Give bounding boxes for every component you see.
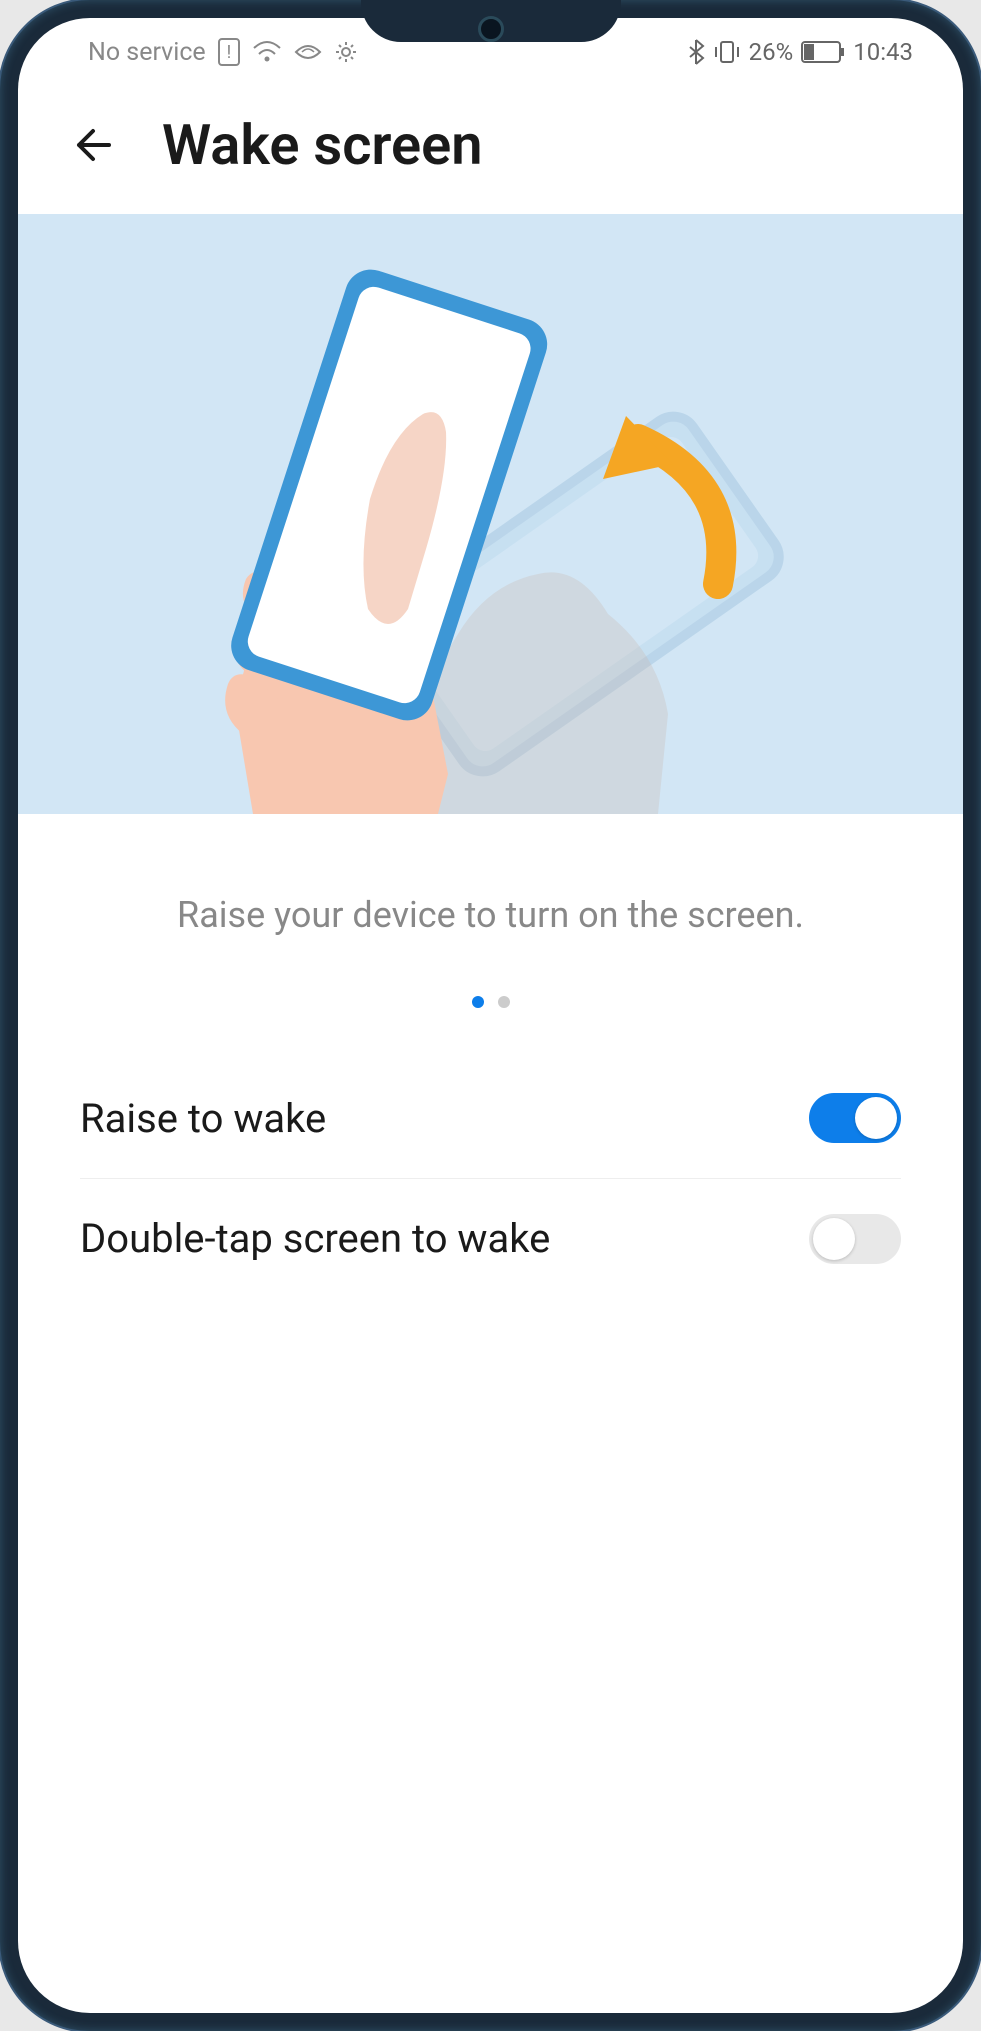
bluetooth-icon	[687, 39, 705, 65]
wifi-icon	[252, 40, 282, 64]
setting-double-tap-to-wake[interactable]: Double-tap screen to wake	[80, 1178, 901, 1298]
toggle-knob	[813, 1218, 855, 1260]
setting-label: Double-tap screen to wake	[80, 1215, 550, 1262]
double-tap-to-wake-toggle[interactable]	[809, 1214, 901, 1264]
page-dot-1[interactable]	[472, 996, 484, 1008]
screen: No service !	[18, 18, 963, 2013]
vibrate-icon	[713, 39, 741, 65]
page-title: Wake screen	[162, 112, 483, 178]
svg-text:!: !	[226, 42, 231, 63]
page-dot-2[interactable]	[498, 996, 510, 1008]
raise-to-wake-toggle[interactable]	[809, 1093, 901, 1143]
illustration-caption: Raise your device to turn on the screen.	[18, 814, 963, 996]
raise-to-wake-illustration[interactable]	[18, 214, 963, 814]
battery-percent-text: 26%	[749, 38, 794, 66]
gear-icon	[334, 40, 358, 64]
setting-raise-to-wake[interactable]: Raise to wake	[80, 1058, 901, 1178]
sim-alert-icon: !	[218, 38, 240, 66]
header: Wake screen	[18, 76, 963, 214]
back-button[interactable]	[66, 117, 122, 173]
setting-label: Raise to wake	[80, 1095, 326, 1142]
signal-icon	[294, 40, 322, 64]
time-text: 10:43	[853, 38, 913, 66]
toggle-knob	[855, 1097, 897, 1139]
device-frame: No service !	[0, 0, 981, 2031]
back-arrow-icon	[69, 120, 119, 170]
battery-icon	[801, 41, 845, 63]
screen-notch	[361, 0, 621, 42]
page-indicator[interactable]	[18, 996, 963, 1058]
service-status-text: No service	[88, 38, 206, 67]
settings-list: Raise to wake Double-tap screen to wake	[18, 1058, 963, 1298]
